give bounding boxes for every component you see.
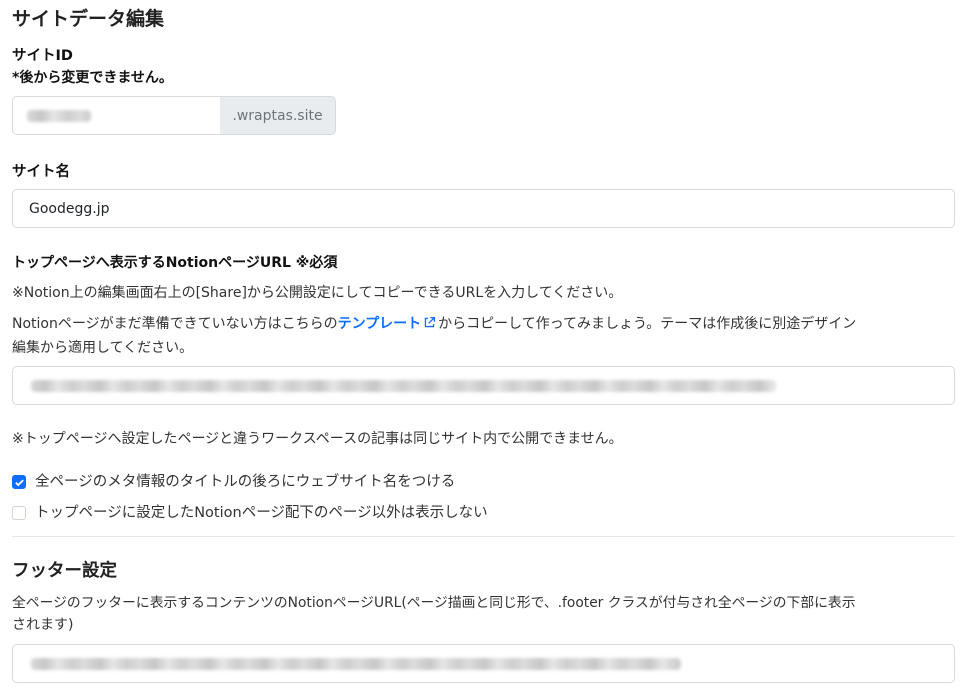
option-restrict-pages[interactable]: トップページに設定したNotionページ配下のページ以外は表示しない (12, 500, 488, 526)
footer-url-input[interactable] (12, 644, 955, 683)
workspace-warning: ※トップページへ設定したページと違うワークスペースの記事は同じサイト内で公開でき… (12, 431, 623, 447)
footer-heading: フッター設定 (12, 561, 117, 581)
site-id-label: サイトID (12, 48, 73, 64)
append-site-name-checkbox[interactable] (12, 475, 26, 489)
restrict-pages-checkbox[interactable] (12, 506, 26, 520)
top-page-url-redacted-value (31, 379, 776, 392)
external-link-icon[interactable] (423, 312, 436, 338)
page-title: サイトデータ編集 (12, 8, 165, 30)
option-append-site-name[interactable]: 全ページのメタ情報のタイトルの後ろにウェブサイト名をつける (12, 469, 455, 495)
top-page-url-label: トップページへ表示するNotionページURL ※必須 (12, 255, 338, 271)
site-id-redacted-value (27, 109, 91, 122)
template-hint-text: Notionページがまだ準備できていない方はこちらの (12, 316, 338, 332)
site-name-input[interactable]: Goodegg.jp (12, 189, 955, 228)
site-id-note: *後から変更できません。 (12, 70, 173, 86)
section-divider (12, 536, 955, 537)
template-link[interactable]: テンプレート (338, 316, 422, 332)
option-label: トップページに設定したNotionページ配下のページ以外は表示しない (35, 505, 488, 521)
footer-desc-line2: されます) (12, 617, 74, 633)
template-hint-line1: Notionページがまだ準備できていない方はこちらのテンプレート からコピーして作… (12, 311, 957, 338)
option-label: 全ページのメタ情報のタイトルの後ろにウェブサイト名をつける (35, 474, 456, 490)
template-hint-line2: 編集から適用してください。 (12, 340, 194, 356)
site-name-value: Goodegg.jp (29, 200, 110, 217)
top-page-hint: ※Notion上の編集画面右上の[Share]から公開設定にしてコピーできるUR… (12, 285, 623, 301)
footer-desc-line1: 全ページのフッターに表示するコンテンツのNotionページURL(ページ描画と同… (12, 595, 856, 611)
footer-url-redacted-value (31, 657, 681, 670)
site-id-domain-suffix: .wraptas.site (220, 96, 336, 135)
site-name-label: サイト名 (12, 164, 70, 180)
template-hint-text-after: からコピーして作ってみましょう。テーマは作成後に別途デザイン (438, 316, 857, 332)
top-page-url-input[interactable] (12, 366, 955, 405)
site-id-input[interactable] (12, 96, 221, 135)
check-icon (14, 478, 24, 486)
